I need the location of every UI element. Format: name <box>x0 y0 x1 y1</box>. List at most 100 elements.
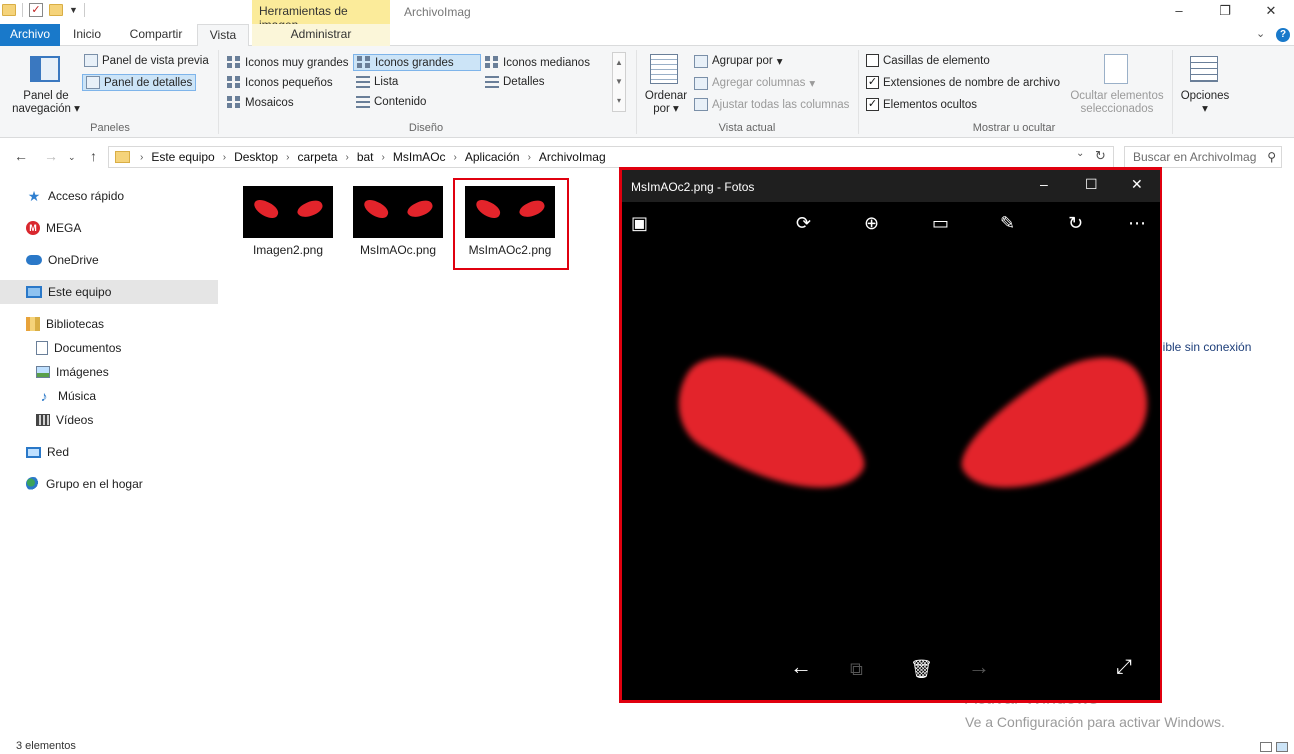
search-input[interactable]: Buscar en ArchivoImag ⚲ <box>1124 146 1282 168</box>
checkbox-unchecked[interactable] <box>866 54 879 67</box>
file-extensions-toggle[interactable]: ✓ Extensiones de nombre de archivo <box>866 76 1060 89</box>
breadcrumb-este-equipo[interactable]: Este equipo <box>151 150 214 164</box>
image-thumbnail <box>353 186 443 238</box>
previous-arrow-icon[interactable]: ← <box>790 656 812 678</box>
zoom-icon[interactable]: ⊕ <box>864 214 879 232</box>
layout-details[interactable]: Detalles <box>485 76 545 88</box>
next-arrow-icon[interactable]: → <box>968 656 990 678</box>
chevron-right-icon[interactable]: › <box>140 152 143 163</box>
forward-arrow-icon[interactable]: → <box>44 148 58 164</box>
file-item-imagen2[interactable]: Imagen2.png <box>238 186 338 257</box>
hidden-items-toggle[interactable]: ✓ Elementos ocultos <box>866 98 977 111</box>
sidebar-item-acceso-rapido[interactable]: ★ Acceso rápido <box>26 184 124 208</box>
search-icon[interactable]: ⚲ <box>1267 150 1276 164</box>
minimize-ribbon-icon[interactable]: ⌄ <box>1256 27 1265 40</box>
chevron-right-icon[interactable]: › <box>223 152 226 163</box>
details-pane-button[interactable]: Panel de detalles <box>82 74 197 91</box>
breadcrumb-msimaoc[interactable]: MsImAOc <box>393 150 446 164</box>
layout-list[interactable]: Lista <box>356 76 398 88</box>
address-dropdown-icon[interactable]: ⌄ <box>1076 148 1084 159</box>
sidebar-item-bibliotecas[interactable]: Bibliotecas <box>26 312 104 336</box>
sort-by-button[interactable]: Ordenar por ▾ <box>643 90 689 116</box>
sidebar-item-grupo-hogar[interactable]: Grupo en el hogar <box>26 472 143 496</box>
breadcrumb-desktop[interactable]: Desktop <box>234 150 278 164</box>
layout-label: Iconos muy grandes <box>245 56 349 69</box>
preview-pane-label: Panel de vista previa <box>102 54 209 67</box>
tab-archivo[interactable]: Archivo <box>0 24 60 46</box>
help-icon[interactable]: ? <box>1276 28 1290 42</box>
close-icon[interactable]: ✕ <box>1131 176 1143 193</box>
add-columns-button[interactable]: Agregar columnas ▾ <box>694 76 815 90</box>
chevron-right-icon[interactable]: › <box>345 152 348 163</box>
slideshow-icon[interactable]: ▭ <box>932 214 949 232</box>
details-view-icon[interactable] <box>1260 742 1272 752</box>
sidebar-item-musica[interactable]: ♪ Música <box>36 384 97 408</box>
tab-administrar[interactable]: Administrar <box>252 24 390 46</box>
sidebar-item-videos[interactable]: Vídeos <box>36 408 93 432</box>
chevron-right-icon[interactable]: › <box>454 152 457 163</box>
group-by-button[interactable]: Agrupar por ▾ <box>694 54 783 68</box>
up-arrow-icon[interactable]: ↑ <box>90 148 97 164</box>
preview-pane-button[interactable]: Panel de vista previa <box>84 54 209 67</box>
red-eye-shape <box>361 197 391 221</box>
sidebar-item-imagenes[interactable]: Imágenes <box>36 360 109 384</box>
breadcrumb-bat[interactable]: bat <box>357 150 374 164</box>
breadcrumb-carpeta[interactable]: carpeta <box>297 150 337 164</box>
item-checkboxes-toggle[interactable]: Casillas de elemento <box>866 54 990 67</box>
tab-compartir[interactable]: Compartir <box>122 24 190 46</box>
large-icons-view-icon[interactable] <box>1276 742 1288 752</box>
back-arrow-icon[interactable]: ← <box>14 148 28 164</box>
file-item-msimaoc[interactable]: MsImAOc.png <box>348 186 448 257</box>
red-eye-shape <box>944 334 1168 526</box>
layout-small-icons[interactable]: Iconos pequeños <box>227 76 333 89</box>
layout-gallery-scroll[interactable]: ▲ ▼ ▾ <box>612 52 626 112</box>
fit-columns-button[interactable]: Ajustar todas las columnas <box>694 98 849 111</box>
hide-selected-button[interactable]: Ocultar elementos seleccionados <box>1066 90 1168 116</box>
more-icon[interactable]: ⋯ <box>1128 214 1146 232</box>
tab-vista[interactable]: Vista <box>197 24 249 47</box>
fullscreen-icon[interactable]: ⤢ <box>1116 657 1132 677</box>
recent-locations-icon[interactable]: ⌄ <box>68 152 76 163</box>
sidebar-item-este-equipo[interactable]: Este equipo <box>0 280 218 304</box>
layout-tiles[interactable]: Mosaicos <box>227 96 294 109</box>
layout-content[interactable]: Contenido <box>356 96 426 108</box>
sidebar-item-mega[interactable]: M MEGA <box>26 216 81 240</box>
new-folder-icon[interactable] <box>49 4 63 16</box>
properties-icon[interactable]: ✓ <box>29 3 43 17</box>
sidebar-item-label: Acceso rápido <box>48 189 125 203</box>
edit-icon[interactable]: ✎ <box>1000 214 1015 232</box>
customize-qat-icon[interactable]: ▼ <box>69 5 78 15</box>
breadcrumb-aplicacion[interactable]: Aplicación <box>465 150 520 164</box>
sidebar-item-onedrive[interactable]: OneDrive <box>26 248 99 272</box>
layout-medium-icons[interactable]: Iconos medianos <box>485 56 590 69</box>
checkbox-checked[interactable]: ✓ <box>866 76 879 89</box>
layout-label: Detalles <box>503 76 545 88</box>
close-icon[interactable]: ✕ <box>1248 0 1294 24</box>
layout-large-icons[interactable]: Iconos grandes <box>353 54 481 71</box>
checkbox-checked[interactable]: ✓ <box>866 98 879 111</box>
tab-inicio[interactable]: Inicio <box>62 24 112 46</box>
sidebar-item-documentos[interactable]: Documentos <box>36 336 121 360</box>
breadcrumb-archivoimag[interactable]: ArchivoImag <box>539 150 606 164</box>
share-icon[interactable]: ⟳ <box>796 214 811 232</box>
compare-icon[interactable]: ⧉ <box>850 660 863 678</box>
red-eye-shape <box>405 197 435 221</box>
minimize-icon[interactable]: – <box>1040 176 1048 192</box>
address-bar[interactable]: › Este equipo › Desktop › carpeta › bat … <box>108 146 1114 168</box>
chevron-right-icon[interactable]: › <box>286 152 289 163</box>
restore-icon[interactable]: ❐ <box>1202 0 1248 24</box>
navigation-pane-button[interactable]: Panel de navegación ▾ <box>10 90 82 116</box>
sidebar-item-red[interactable]: Red <box>26 440 69 464</box>
chevron-right-icon[interactable]: › <box>382 152 385 163</box>
chevron-right-icon[interactable]: › <box>528 152 531 163</box>
minimize-icon[interactable]: – <box>1156 0 1202 24</box>
fit-columns-icon <box>694 98 708 111</box>
refresh-icon[interactable]: ↻ <box>1095 148 1106 164</box>
delete-icon[interactable]: 🗑 <box>910 660 933 678</box>
collection-icon[interactable]: ▣ <box>631 214 648 232</box>
rotate-icon[interactable]: ↻ <box>1068 214 1083 232</box>
folder-icon[interactable] <box>2 4 16 16</box>
options-button[interactable]: Opciones ▾ <box>1180 90 1230 116</box>
maximize-icon[interactable]: ☐ <box>1085 176 1098 193</box>
layout-extra-large-icons[interactable]: Iconos muy grandes <box>227 56 349 69</box>
